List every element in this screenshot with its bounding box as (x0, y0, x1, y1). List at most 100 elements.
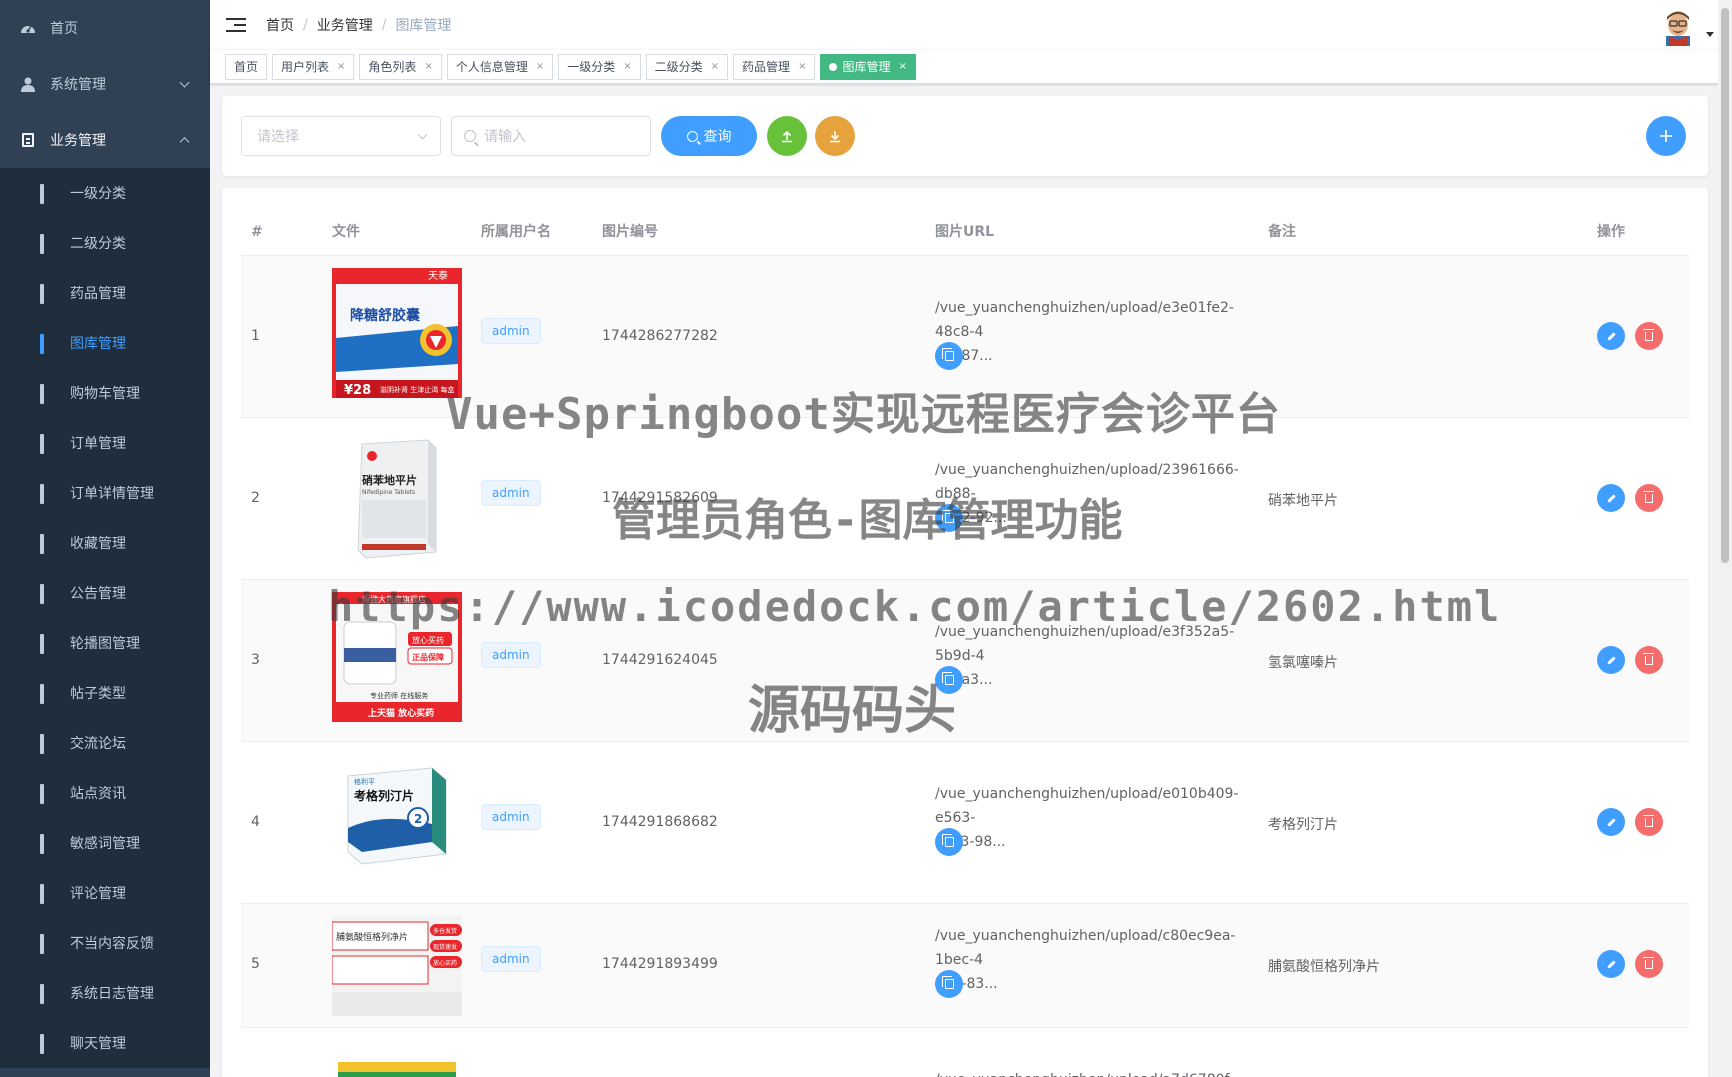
delete-button[interactable] (1635, 950, 1663, 978)
menu-business[interactable]: 业务管理 (0, 112, 210, 168)
file-thumbnail[interactable] (332, 1048, 462, 1077)
file-thumbnail[interactable]: 格利平 考格列汀片 2 (332, 758, 462, 888)
tab-level1-category[interactable]: 一级分类 × (558, 53, 641, 80)
sidebar-item-notices[interactable]: 公告管理 (0, 568, 210, 618)
edit-button[interactable] (1597, 808, 1625, 836)
sidebar-item-forum[interactable]: 交流论坛 (0, 718, 210, 768)
edit-icon (1606, 817, 1616, 827)
menu-home[interactable]: 首页 (0, 0, 210, 56)
document-icon (20, 132, 36, 148)
breadcrumb-home[interactable]: 首页 (266, 15, 294, 35)
close-icon[interactable]: × (337, 61, 345, 72)
edit-button[interactable] (1597, 322, 1625, 350)
file-thumbnail[interactable]: 脯氨酸恒格列净片 多仓发货 现货速发 放心买药 (331, 916, 462, 1016)
svg-text:2: 2 (414, 812, 422, 826)
close-icon[interactable]: × (711, 61, 719, 72)
tab-role-list[interactable]: 角色列表 × (359, 53, 442, 80)
sidebar-item-carousel[interactable]: 轮播图管理 (0, 618, 210, 668)
user-tag: admin (481, 642, 541, 668)
sidebar-item-label: 交流论坛 (70, 736, 126, 752)
sidebar-item-level2-category[interactable]: 二级分类 (0, 218, 210, 268)
sidebar-item-label: 敏感词管理 (70, 836, 140, 852)
document-icon (40, 884, 54, 904)
sidebar-item-system-logs[interactable]: 系统日志管理 (0, 968, 210, 1018)
document-icon (40, 184, 54, 204)
avatar[interactable] (1658, 6, 1698, 46)
close-icon[interactable]: × (798, 61, 806, 72)
tab-home[interactable]: 首页 (225, 53, 268, 80)
sidebar-item-label: 收藏管理 (70, 536, 126, 552)
tab-drugs[interactable]: 药品管理 × (733, 53, 816, 80)
close-icon[interactable]: × (536, 61, 544, 72)
page-scrollbar[interactable] (1718, 0, 1732, 1077)
copy-button[interactable] (935, 828, 963, 856)
sidebar-item-chat[interactable]: 聊天管理 (0, 1018, 210, 1068)
edit-button[interactable] (1597, 950, 1625, 978)
delete-button[interactable] (1635, 646, 1663, 674)
sidebar-item-sensitive-words[interactable]: 敏感词管理 (0, 818, 210, 868)
dashboard-icon (20, 20, 36, 36)
file-thumbnail[interactable]: 天泰 降糖舒胶囊 ¥28 滋阴补肾 生津止渴 每盒 (332, 268, 462, 398)
sidebar-item-cart[interactable]: 购物车管理 (0, 368, 210, 418)
tab-user-list[interactable]: 用户列表 × (272, 53, 355, 80)
sidebar-item-level1-category[interactable]: 一级分类 (0, 168, 210, 218)
picture-url: /vue_yuanchenghuizhen/upload/e010b409-e5… (935, 786, 1239, 850)
delete-button[interactable] (1635, 484, 1663, 512)
close-icon[interactable]: × (424, 61, 432, 72)
close-icon[interactable]: × (898, 61, 906, 72)
delete-button[interactable] (1635, 808, 1663, 836)
sidebar-item-label: 帖子类型 (70, 686, 126, 702)
sidebar-item-order-details[interactable]: 订单详情管理 (0, 468, 210, 518)
tab-level2-category[interactable]: 二级分类 × (645, 53, 729, 80)
tab-gallery[interactable]: 图库管理 × (820, 53, 916, 80)
search-placeholder: 请输入 (484, 129, 526, 145)
menu-home-label: 首页 (50, 21, 78, 37)
add-button[interactable] (1646, 116, 1686, 156)
query-button[interactable]: 查询 (661, 116, 757, 156)
active-dot-icon (829, 62, 838, 71)
caret-down-icon[interactable] (1706, 32, 1714, 37)
thumb-tag3: 放心买药 (433, 959, 457, 967)
sidebar-item-feedback[interactable]: 不当内容反馈 (0, 918, 210, 968)
sidebar-item-comments[interactable]: 评论管理 (0, 868, 210, 918)
upload-button[interactable] (767, 116, 807, 156)
close-icon[interactable]: × (623, 61, 631, 72)
sidebar-item-post-types[interactable]: 帖子类型 (0, 668, 210, 718)
column-header: 图片编号 (602, 224, 658, 240)
watermark-line2: 管理员角色-图库管理功能 (612, 495, 1123, 546)
edit-button[interactable] (1597, 484, 1625, 512)
sidebar-item-gallery[interactable]: 图库管理 (0, 318, 210, 368)
sidebar-item-label: 二级分类 (70, 236, 126, 252)
edit-icon (1606, 655, 1616, 665)
breadcrumb-business[interactable]: 业务管理 (317, 15, 373, 35)
row-index: 4 (251, 814, 260, 830)
edit-icon (1606, 331, 1616, 341)
copy-button[interactable] (935, 342, 963, 370)
tab-profile[interactable]: 个人信息管理 × (446, 53, 554, 80)
edit-button[interactable] (1597, 646, 1625, 674)
column-header: 操作 (1597, 224, 1625, 240)
search-input[interactable]: 请输入 (451, 116, 651, 156)
sidebar-item-favorites[interactable]: 收藏管理 (0, 518, 210, 568)
file-thumbnail[interactable]: 硝苯地平片 Nifedipine Tablets (332, 434, 462, 564)
tab-label: 图库管理 (842, 60, 891, 74)
menu-system[interactable]: 系统管理 (0, 56, 210, 112)
document-icon (40, 484, 54, 504)
tab-label: 个人信息管理 (455, 60, 528, 74)
delete-button[interactable] (1635, 322, 1663, 350)
thumb-footer1: 专业药师 在线服务 (370, 691, 428, 700)
breadcrumb: 首页 / 业务管理 / 图库管理 (266, 15, 451, 35)
hamburger-icon[interactable] (226, 15, 246, 35)
plus-icon (1660, 130, 1672, 142)
sidebar-item-orders[interactable]: 订单管理 (0, 418, 210, 468)
field-select[interactable]: 请选择 (241, 116, 441, 156)
thumb-badge2: 正品保障 (412, 652, 444, 662)
copy-button[interactable] (935, 970, 963, 998)
document-icon (40, 1034, 54, 1054)
delete-icon (1643, 490, 1654, 503)
download-button[interactable] (815, 116, 855, 156)
scrollbar-thumb[interactable] (1721, 8, 1729, 563)
sidebar-item-drugs[interactable]: 药品管理 (0, 268, 210, 318)
sidebar-item-news[interactable]: 站点资讯 (0, 768, 210, 818)
copy-icon (941, 348, 954, 361)
